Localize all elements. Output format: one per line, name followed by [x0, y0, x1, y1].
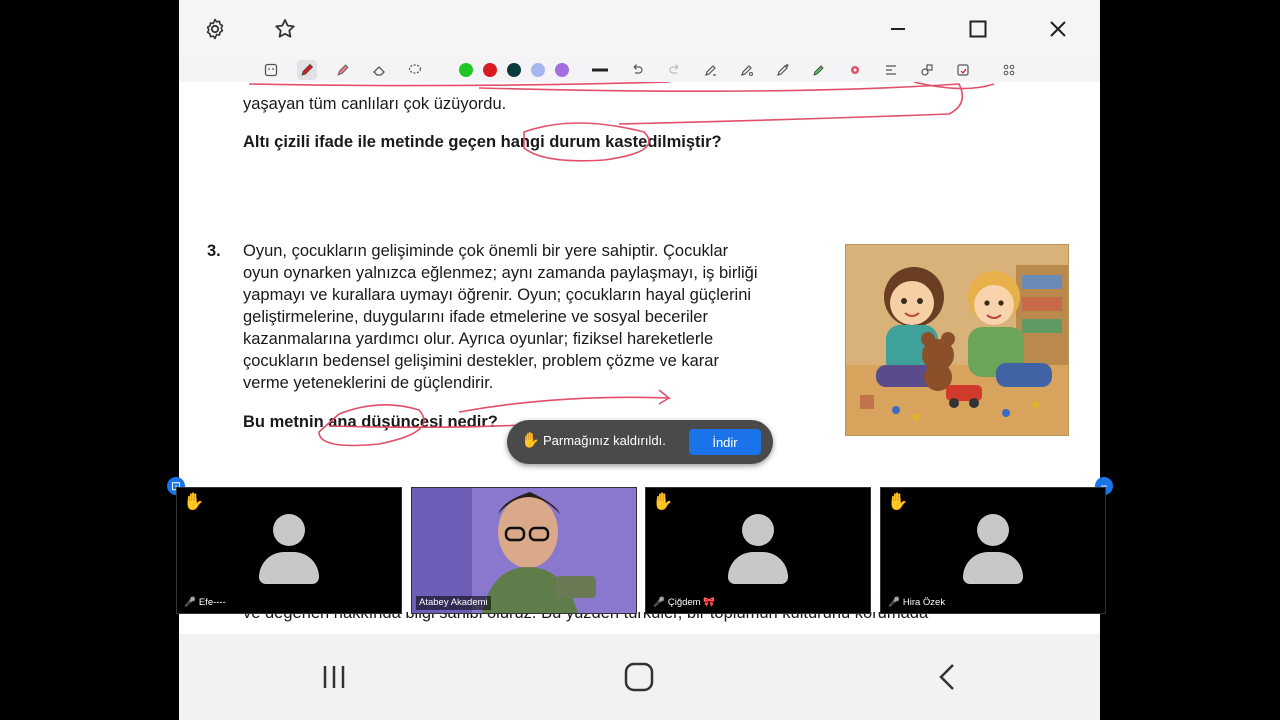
participant-tile[interactable]: ✋ 🎤 Efe----: [176, 487, 402, 614]
more-tools-icon[interactable]: [999, 60, 1019, 80]
color-lavender[interactable]: [528, 60, 548, 80]
color-green[interactable]: [456, 60, 476, 80]
ruler-pen-icon[interactable]: [701, 60, 721, 80]
hand-lowered-toast: ✋ Parmağınız kaldırıldı. İndir: [507, 420, 773, 464]
participant-name: Atabey Akademi: [419, 597, 488, 608]
mic-muted-icon: 🎤: [888, 597, 900, 608]
eraser-icon[interactable]: [369, 60, 389, 80]
annotation-toolbar: [179, 58, 1100, 83]
raised-hand-icon: ✋: [652, 492, 674, 511]
participant-name-tag: 🎤 Çiğdem 🎀: [650, 596, 718, 610]
document-continued: ve değerleri hakkında bilgi sahibi oluru…: [179, 612, 1100, 634]
participant-tile[interactable]: Atabey Akademi: [411, 487, 637, 614]
close-icon[interactable]: [1043, 14, 1073, 44]
avatar-body: [728, 552, 788, 584]
undo-icon[interactable]: [627, 60, 647, 80]
participant-name: Efe----: [198, 597, 226, 608]
avatar-body: [259, 552, 319, 584]
hand-icon: ✋: [521, 432, 540, 449]
star-icon[interactable]: [270, 14, 300, 44]
laser-pen-icon[interactable]: [773, 60, 793, 80]
raised-hand-icon: ✋: [183, 492, 205, 511]
title-bar: [179, 0, 1100, 58]
participant-name-tag: Atabey Akademi: [416, 596, 491, 610]
lasso-icon[interactable]: [405, 60, 425, 80]
shapes-icon[interactable]: [917, 60, 937, 80]
avatar-icon: [977, 514, 1009, 546]
home-icon[interactable]: [623, 661, 655, 698]
participant-name-tag: 🎤 Hira Özek: [885, 596, 948, 610]
text-box-icon[interactable]: [881, 60, 901, 80]
participant-name-tag: 🎤 Efe----: [181, 596, 229, 610]
color-dark-teal[interactable]: [504, 60, 524, 80]
avatar-icon: [742, 514, 774, 546]
back-icon[interactable]: [933, 662, 963, 697]
system-navigation-bar: [179, 634, 1100, 720]
recent-apps-icon[interactable]: [319, 662, 349, 697]
screenshot-icon[interactable]: [953, 60, 973, 80]
participant-tile[interactable]: ✋ 🎤 Çiğdem 🎀: [645, 487, 871, 614]
minimize-icon[interactable]: [883, 14, 913, 44]
redo-icon[interactable]: [665, 60, 685, 80]
lower-hand-button[interactable]: İndir: [689, 429, 761, 455]
avatar-icon: [273, 514, 305, 546]
highlighter-icon[interactable]: [809, 60, 829, 80]
camera-video-feed: [412, 488, 636, 613]
sticker-icon[interactable]: [261, 60, 281, 80]
avatar-body: [963, 552, 1023, 584]
spotlight-icon[interactable]: [845, 60, 865, 80]
participant-name: Hira Özek: [902, 597, 946, 608]
mic-muted-icon: 🎤: [184, 597, 196, 608]
color-purple[interactable]: [552, 60, 572, 80]
participant-tile[interactable]: ✋ 🎤 Hira Özek: [880, 487, 1106, 614]
participant-name: Çiğdem 🎀: [667, 597, 716, 608]
toast-message: Parmağınız kaldırıldı.: [543, 433, 666, 448]
mic-muted-icon: 🎤: [653, 597, 665, 608]
color-red[interactable]: [480, 60, 500, 80]
marker-icon[interactable]: [333, 60, 353, 80]
gear-icon[interactable]: [200, 14, 230, 44]
maximize-icon[interactable]: [963, 14, 993, 44]
raised-hand-icon: ✋: [887, 492, 909, 511]
pen-icon[interactable]: [297, 60, 317, 80]
shape-pen-icon[interactable]: [737, 60, 757, 80]
stroke-width-icon[interactable]: [590, 60, 610, 80]
